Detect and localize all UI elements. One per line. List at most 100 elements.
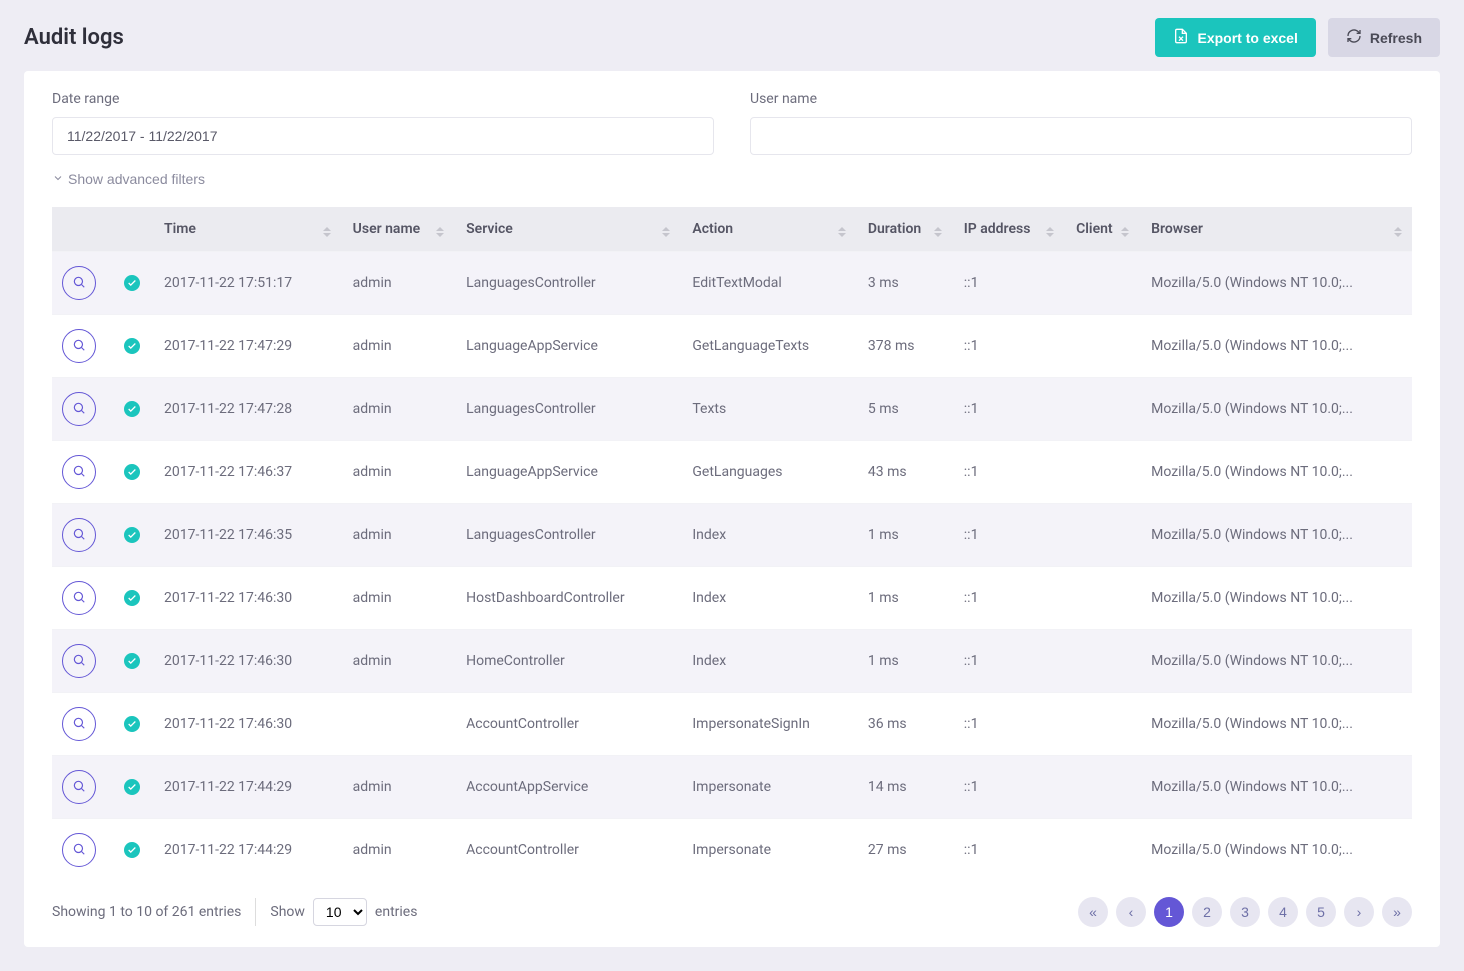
check-circle-icon <box>124 779 140 795</box>
cell-duration: 378 ms <box>856 315 952 378</box>
column-header-service[interactable]: Service <box>454 207 680 252</box>
cell-service: HomeController <box>454 630 680 693</box>
cell-duration: 1 ms <box>856 567 952 630</box>
column-header-duration[interactable]: Duration <box>856 207 952 252</box>
cell-browser: Mozilla/5.0 (Windows NT 10.0;... <box>1139 567 1412 630</box>
row-detail-button[interactable] <box>62 266 96 300</box>
page-size-select[interactable]: 10 <box>313 898 367 926</box>
page-title: Audit logs <box>24 25 124 50</box>
check-circle-icon <box>124 590 140 606</box>
cell-client <box>1064 441 1139 504</box>
cell-action: ImpersonateSignIn <box>680 693 856 756</box>
cell-client <box>1064 819 1139 882</box>
cell-ip: ::1 <box>952 567 1064 630</box>
table-row: 2017-11-22 17:47:29adminLanguageAppServi… <box>52 315 1412 378</box>
column-header-action[interactable]: Action <box>680 207 856 252</box>
cell-duration: 27 ms <box>856 819 952 882</box>
check-circle-icon <box>124 401 140 417</box>
search-icon <box>72 716 86 733</box>
column-header-username[interactable]: User name <box>341 207 454 252</box>
export-excel-label: Export to excel <box>1197 30 1297 46</box>
column-header-time[interactable]: Time <box>152 207 341 252</box>
check-circle-icon <box>124 275 140 291</box>
page-button-3[interactable]: 3 <box>1230 897 1260 927</box>
row-detail-button[interactable] <box>62 707 96 741</box>
cell-time: 2017-11-22 17:46:35 <box>152 504 341 567</box>
search-icon <box>72 590 86 607</box>
date-range-input[interactable] <box>52 117 714 155</box>
cell-user: admin <box>341 315 454 378</box>
refresh-label: Refresh <box>1370 30 1422 46</box>
page-prev-button[interactable]: ‹ <box>1116 897 1146 927</box>
cell-client <box>1064 315 1139 378</box>
page-next-button[interactable]: › <box>1344 897 1374 927</box>
search-icon <box>72 527 86 544</box>
chevron-down-icon <box>52 171 64 187</box>
table-row: 2017-11-22 17:44:29adminAccountControlle… <box>52 819 1412 882</box>
export-excel-button[interactable]: Export to excel <box>1155 18 1315 57</box>
cell-action: EditTextModal <box>680 252 856 315</box>
cell-ip: ::1 <box>952 315 1064 378</box>
cell-browser: Mozilla/5.0 (Windows NT 10.0;... <box>1139 630 1412 693</box>
check-circle-icon <box>124 464 140 480</box>
cell-action: GetLanguageTexts <box>680 315 856 378</box>
row-detail-button[interactable] <box>62 581 96 615</box>
cell-ip: ::1 <box>952 378 1064 441</box>
page-button-4[interactable]: 4 <box>1268 897 1298 927</box>
check-circle-icon <box>124 653 140 669</box>
date-range-label: Date range <box>52 91 714 107</box>
row-detail-button[interactable] <box>62 644 96 678</box>
cell-time: 2017-11-22 17:46:30 <box>152 630 341 693</box>
column-header-browser[interactable]: Browser <box>1139 207 1412 252</box>
row-detail-button[interactable] <box>62 329 96 363</box>
cell-ip: ::1 <box>952 504 1064 567</box>
cell-service: LanguageAppService <box>454 441 680 504</box>
cell-client <box>1064 630 1139 693</box>
cell-action: Impersonate <box>680 756 856 819</box>
column-header-status <box>112 207 152 252</box>
audit-table: Time User name Service Action Duration I… <box>52 207 1412 881</box>
cell-user: admin <box>341 819 454 882</box>
advanced-filters-toggle[interactable]: Show advanced filters <box>52 171 205 187</box>
page-button-5[interactable]: 5 <box>1306 897 1336 927</box>
cell-client <box>1064 567 1139 630</box>
cell-duration: 43 ms <box>856 441 952 504</box>
cell-user: admin <box>341 504 454 567</box>
page-last-button[interactable]: » <box>1382 897 1412 927</box>
cell-duration: 1 ms <box>856 504 952 567</box>
cell-user <box>341 693 454 756</box>
refresh-button[interactable]: Refresh <box>1328 18 1440 57</box>
row-detail-button[interactable] <box>62 833 96 867</box>
page-first-button[interactable]: « <box>1078 897 1108 927</box>
row-detail-button[interactable] <box>62 518 96 552</box>
check-circle-icon <box>124 527 140 543</box>
show-label: Show <box>270 904 305 920</box>
page-button-1[interactable]: 1 <box>1154 897 1184 927</box>
cell-duration: 36 ms <box>856 693 952 756</box>
row-detail-button[interactable] <box>62 770 96 804</box>
cell-time: 2017-11-22 17:44:29 <box>152 756 341 819</box>
cell-time: 2017-11-22 17:47:28 <box>152 378 341 441</box>
cell-service: LanguagesController <box>454 378 680 441</box>
refresh-icon <box>1346 28 1362 47</box>
cell-service: LanguagesController <box>454 504 680 567</box>
username-filter-input[interactable] <box>750 117 1412 155</box>
cell-user: admin <box>341 252 454 315</box>
cell-time: 2017-11-22 17:51:17 <box>152 252 341 315</box>
column-header-ip[interactable]: IP address <box>952 207 1064 252</box>
cell-client <box>1064 252 1139 315</box>
table-row: 2017-11-22 17:46:30adminHomeControllerIn… <box>52 630 1412 693</box>
cell-browser: Mozilla/5.0 (Windows NT 10.0;... <box>1139 252 1412 315</box>
check-circle-icon <box>124 716 140 732</box>
cell-action: Index <box>680 630 856 693</box>
table-row: 2017-11-22 17:46:30adminHostDashboardCon… <box>52 567 1412 630</box>
cell-client <box>1064 504 1139 567</box>
row-detail-button[interactable] <box>62 455 96 489</box>
cell-user: admin <box>341 756 454 819</box>
cell-ip: ::1 <box>952 630 1064 693</box>
column-header-client[interactable]: Client <box>1064 207 1139 252</box>
row-detail-button[interactable] <box>62 392 96 426</box>
column-header-detail <box>52 207 112 252</box>
cell-time: 2017-11-22 17:46:30 <box>152 567 341 630</box>
page-button-2[interactable]: 2 <box>1192 897 1222 927</box>
